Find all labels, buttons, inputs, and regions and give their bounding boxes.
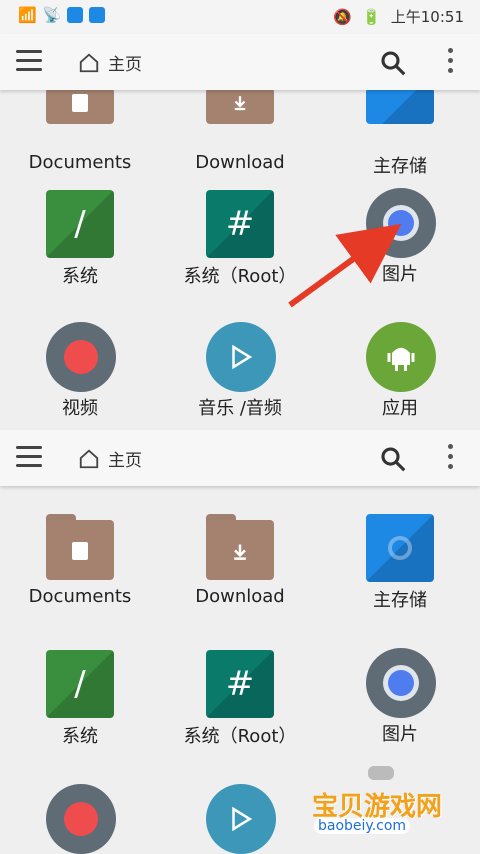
item-main-storage[interactable]: 主存储 [320, 514, 480, 612]
item-label: Documents [28, 586, 132, 607]
app-header-top: 主页 [0, 34, 480, 90]
home-icon [79, 449, 99, 468]
item-label: 系统 [62, 726, 98, 747]
search-icon[interactable] [378, 444, 408, 474]
home-label: 主页 [108, 451, 142, 471]
storage-icon [366, 514, 434, 582]
item-label: 图片 [382, 724, 418, 745]
item-documents[interactable]: Documents [0, 514, 160, 607]
item-system-root[interactable]: # 系统（Root） [160, 650, 320, 748]
watermark: 宝贝游戏网 baobeiy.com [304, 760, 480, 853]
system-icon: / [46, 650, 114, 718]
gamepad-icon [368, 766, 394, 780]
home-label: 主页 [108, 55, 142, 75]
item-download[interactable]: Download [160, 514, 320, 607]
overflow-menu-icon[interactable] [448, 48, 454, 76]
root-icon: # [206, 650, 274, 718]
item-label: 主存储 [373, 590, 427, 611]
menu-icon[interactable] [16, 446, 42, 468]
music-icon [206, 784, 276, 854]
item-label: 系统（Root） [183, 726, 297, 747]
menu-icon[interactable] [16, 50, 42, 72]
search-icon[interactable] [378, 48, 408, 78]
overflow-menu-icon[interactable] [448, 444, 454, 472]
documents-folder-icon [46, 514, 114, 582]
item-video[interactable] [0, 784, 160, 854]
breadcrumb-home[interactable]: 主页 [78, 446, 142, 471]
pictures-icon [366, 648, 436, 718]
app-header-bottom: 主页 [0, 430, 480, 486]
download-folder-icon [206, 514, 274, 582]
video-icon [46, 784, 116, 854]
breadcrumb-home[interactable]: 主页 [78, 50, 142, 75]
item-system[interactable]: / 系统 [0, 650, 160, 748]
item-music-audio[interactable] [160, 784, 320, 854]
item-label: Download [195, 586, 285, 607]
item-pictures[interactable]: 图片 [320, 648, 480, 746]
home-icon [79, 53, 99, 72]
